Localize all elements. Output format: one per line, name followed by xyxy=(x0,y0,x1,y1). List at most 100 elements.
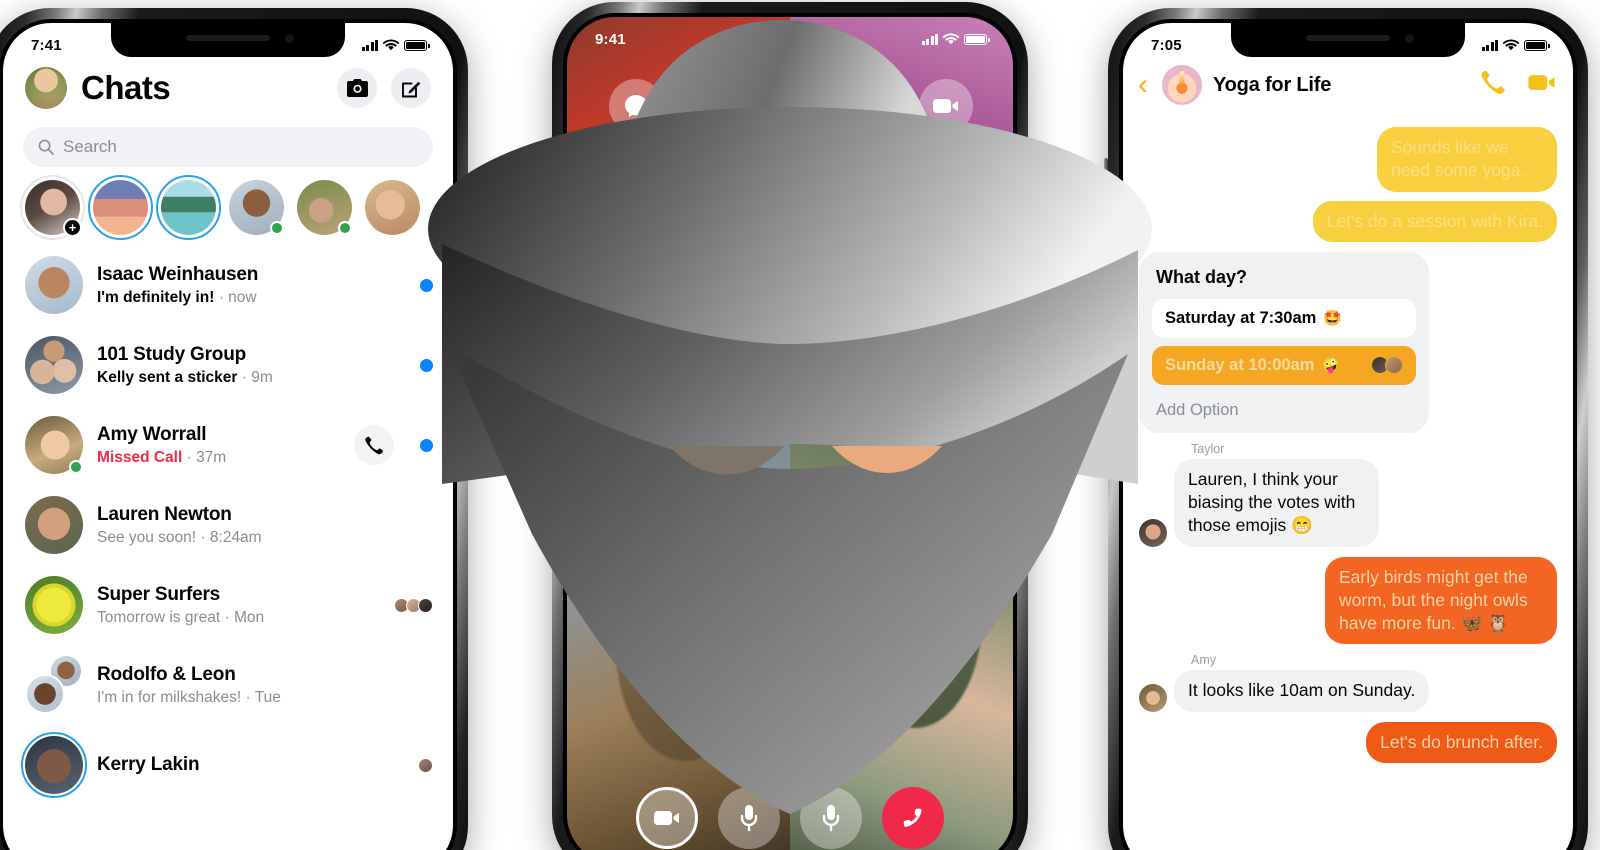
avatar[interactable] xyxy=(25,654,83,714)
video-call-button[interactable] xyxy=(1527,72,1557,98)
screenshot-canvas: 7:41 Chats Search + Isaac Weinhausen I'm… xyxy=(0,0,1600,850)
microphone-icon xyxy=(740,805,758,832)
poll-add-option-button[interactable]: Add Option xyxy=(1152,393,1416,422)
message-bubble[interactable]: It looks like 10am on Sunday. xyxy=(1174,670,1430,712)
battery-icon xyxy=(964,33,990,45)
chat-preview: I'm in for milkshakes! · Tue xyxy=(97,688,281,706)
poll-option[interactable]: Saturday at 7:30am 🤩 xyxy=(1152,298,1416,338)
status-time: 7:05 xyxy=(1151,36,1182,54)
audio-call-button[interactable] xyxy=(1481,70,1506,100)
chat-time: now xyxy=(228,288,257,306)
search-placeholder: Search xyxy=(63,137,117,156)
group-avatar[interactable] xyxy=(1162,65,1202,105)
message-bubble[interactable]: Let's do brunch after. xyxy=(1366,721,1557,763)
message-row[interactable]: Let's do brunch after. xyxy=(1139,721,1557,763)
avatar[interactable] xyxy=(25,416,83,474)
poll-option-selected[interactable]: Sunday at 10:00am 🤪 xyxy=(1152,345,1416,385)
message-thread[interactable]: Sounds like we need some yoga. Let's do … xyxy=(1123,113,1573,763)
phone-middle-video-call: 9:41 xyxy=(548,2,1028,850)
chevron-left-icon[interactable]: ‹ xyxy=(1135,70,1151,100)
compose-icon xyxy=(401,81,420,97)
avatar[interactable] xyxy=(25,256,83,314)
toggle-mic-button[interactable] xyxy=(718,787,780,849)
wifi-icon xyxy=(1503,39,1519,51)
chat-list-item[interactable]: 101 Study Group Kelly sent a sticker · 9… xyxy=(3,325,453,405)
unread-badge xyxy=(420,358,433,372)
chat-list-item[interactable]: Kerry Lakin xyxy=(3,725,453,805)
poll-option-emoji: 🤪 xyxy=(1321,357,1341,375)
story-item[interactable] xyxy=(88,175,153,240)
message-row[interactable]: It looks like 10am on Sunday. xyxy=(1139,670,1557,712)
chat-list-item[interactable]: Super Surfers Tomorrow is great · Mon xyxy=(3,565,453,645)
poll-card[interactable]: What day? Saturday at 7:30am 🤩 Sunday at… xyxy=(1139,251,1429,433)
search-input[interactable]: Search xyxy=(23,127,433,167)
chat-bubble-icon xyxy=(625,95,647,117)
story-item[interactable] xyxy=(365,180,420,235)
effects-button[interactable] xyxy=(800,787,862,849)
chat-list-item[interactable]: Amy Worrall Missed Call · 37m xyxy=(3,405,453,485)
chat-list-item[interactable]: Isaac Weinhausen I'm definitely in! · no… xyxy=(3,245,453,325)
video-camera-icon xyxy=(933,99,958,113)
video-tile-participant-2[interactable] xyxy=(790,17,1013,440)
message-row-poll[interactable]: What day? Saturday at 7:30am 🤩 Sunday at… xyxy=(1139,251,1557,433)
chat-list-item[interactable]: Lauren Newton See you soon! · 8:24am xyxy=(3,485,453,565)
chat-list-item[interactable]: Rodolfo & Leon I'm in for milkshakes! · … xyxy=(3,645,453,725)
chat-time: Tue xyxy=(254,688,281,706)
switch-camera-button[interactable] xyxy=(919,79,973,133)
chat-name: 101 Study Group xyxy=(97,343,247,365)
compose-button[interactable] xyxy=(391,68,431,108)
story-item[interactable] xyxy=(156,175,221,240)
avatar[interactable] xyxy=(1139,683,1167,712)
message-row[interactable]: Early birds might get the worm, but the … xyxy=(1139,556,1557,645)
poll-option-label: Saturday at 7:30am xyxy=(1165,308,1317,327)
poll-question: What day? xyxy=(1156,266,1248,287)
message-row[interactable]: Sounds like we need some yoga. xyxy=(1139,127,1557,192)
profile-avatar[interactable] xyxy=(25,67,67,109)
message-row[interactable]: Lauren, I think your biasing the votes w… xyxy=(1139,458,1557,547)
preview-text: Tomorrow is great xyxy=(97,608,221,626)
unread-badge xyxy=(420,438,433,452)
story-item[interactable] xyxy=(297,180,352,235)
toggle-video-button[interactable] xyxy=(636,787,698,849)
wifi-icon xyxy=(943,33,959,45)
online-indicator xyxy=(270,221,284,235)
chat-list[interactable]: Isaac Weinhausen I'm definitely in! · no… xyxy=(3,245,453,805)
avatar[interactable] xyxy=(25,496,83,554)
call-back-button[interactable] xyxy=(354,425,394,465)
chat-name: Amy Worrall xyxy=(97,423,207,445)
message-bubble[interactable]: Lauren, I think your biasing the votes w… xyxy=(1174,458,1379,547)
message-group-taylor: Taylor Lauren, I think your biasing the … xyxy=(1139,442,1557,547)
phone-icon xyxy=(1481,70,1505,95)
avatar[interactable] xyxy=(21,732,87,798)
message-group-amy: Amy It looks like 10am on Sunday. xyxy=(1139,653,1557,712)
phone-left-chats: 7:41 Chats Search + Isaac Weinhausen I'm… xyxy=(0,8,468,850)
story-add-yours[interactable]: + xyxy=(20,175,85,240)
chat-preview: I'm definitely in! · now xyxy=(97,288,257,306)
chat-name: Super Surfers xyxy=(97,583,221,605)
video-camera-icon xyxy=(654,811,679,825)
call-chat-button[interactable] xyxy=(609,79,663,133)
chat-preview: Missed Call · 37m xyxy=(97,448,227,466)
story-item[interactable] xyxy=(229,180,284,235)
message-bubble[interactable]: Let's do a session with Kira. xyxy=(1312,200,1557,242)
video-call-grid xyxy=(567,17,1013,850)
add-story-icon[interactable]: + xyxy=(63,218,82,237)
end-call-button[interactable] xyxy=(882,787,944,849)
message-row[interactable]: Let's do a session with Kira. xyxy=(1139,200,1557,242)
avatar[interactable] xyxy=(25,576,83,634)
message-bubble[interactable]: Sounds like we need some yoga. xyxy=(1377,127,1557,192)
battery-icon xyxy=(1524,39,1550,51)
phone-right-thread: 7:05 ‹ Yoga for Life Sounds like we need… xyxy=(1104,8,1588,850)
call-controls[interactable] xyxy=(567,787,1013,849)
avatar[interactable] xyxy=(25,336,83,394)
video-tile-participant-1[interactable] xyxy=(567,17,790,440)
camera-button[interactable] xyxy=(337,68,377,108)
stories-row[interactable]: + xyxy=(3,167,453,245)
avatar[interactable] xyxy=(1139,518,1167,547)
status-time: 9:41 xyxy=(595,30,626,48)
unread-badge xyxy=(420,278,433,292)
poll-option-label: Sunday at 10:00am xyxy=(1165,355,1315,374)
video-camera-icon xyxy=(1528,75,1555,90)
seen-by-avatars xyxy=(394,597,433,613)
message-bubble[interactable]: Early birds might get the worm, but the … xyxy=(1325,556,1557,645)
